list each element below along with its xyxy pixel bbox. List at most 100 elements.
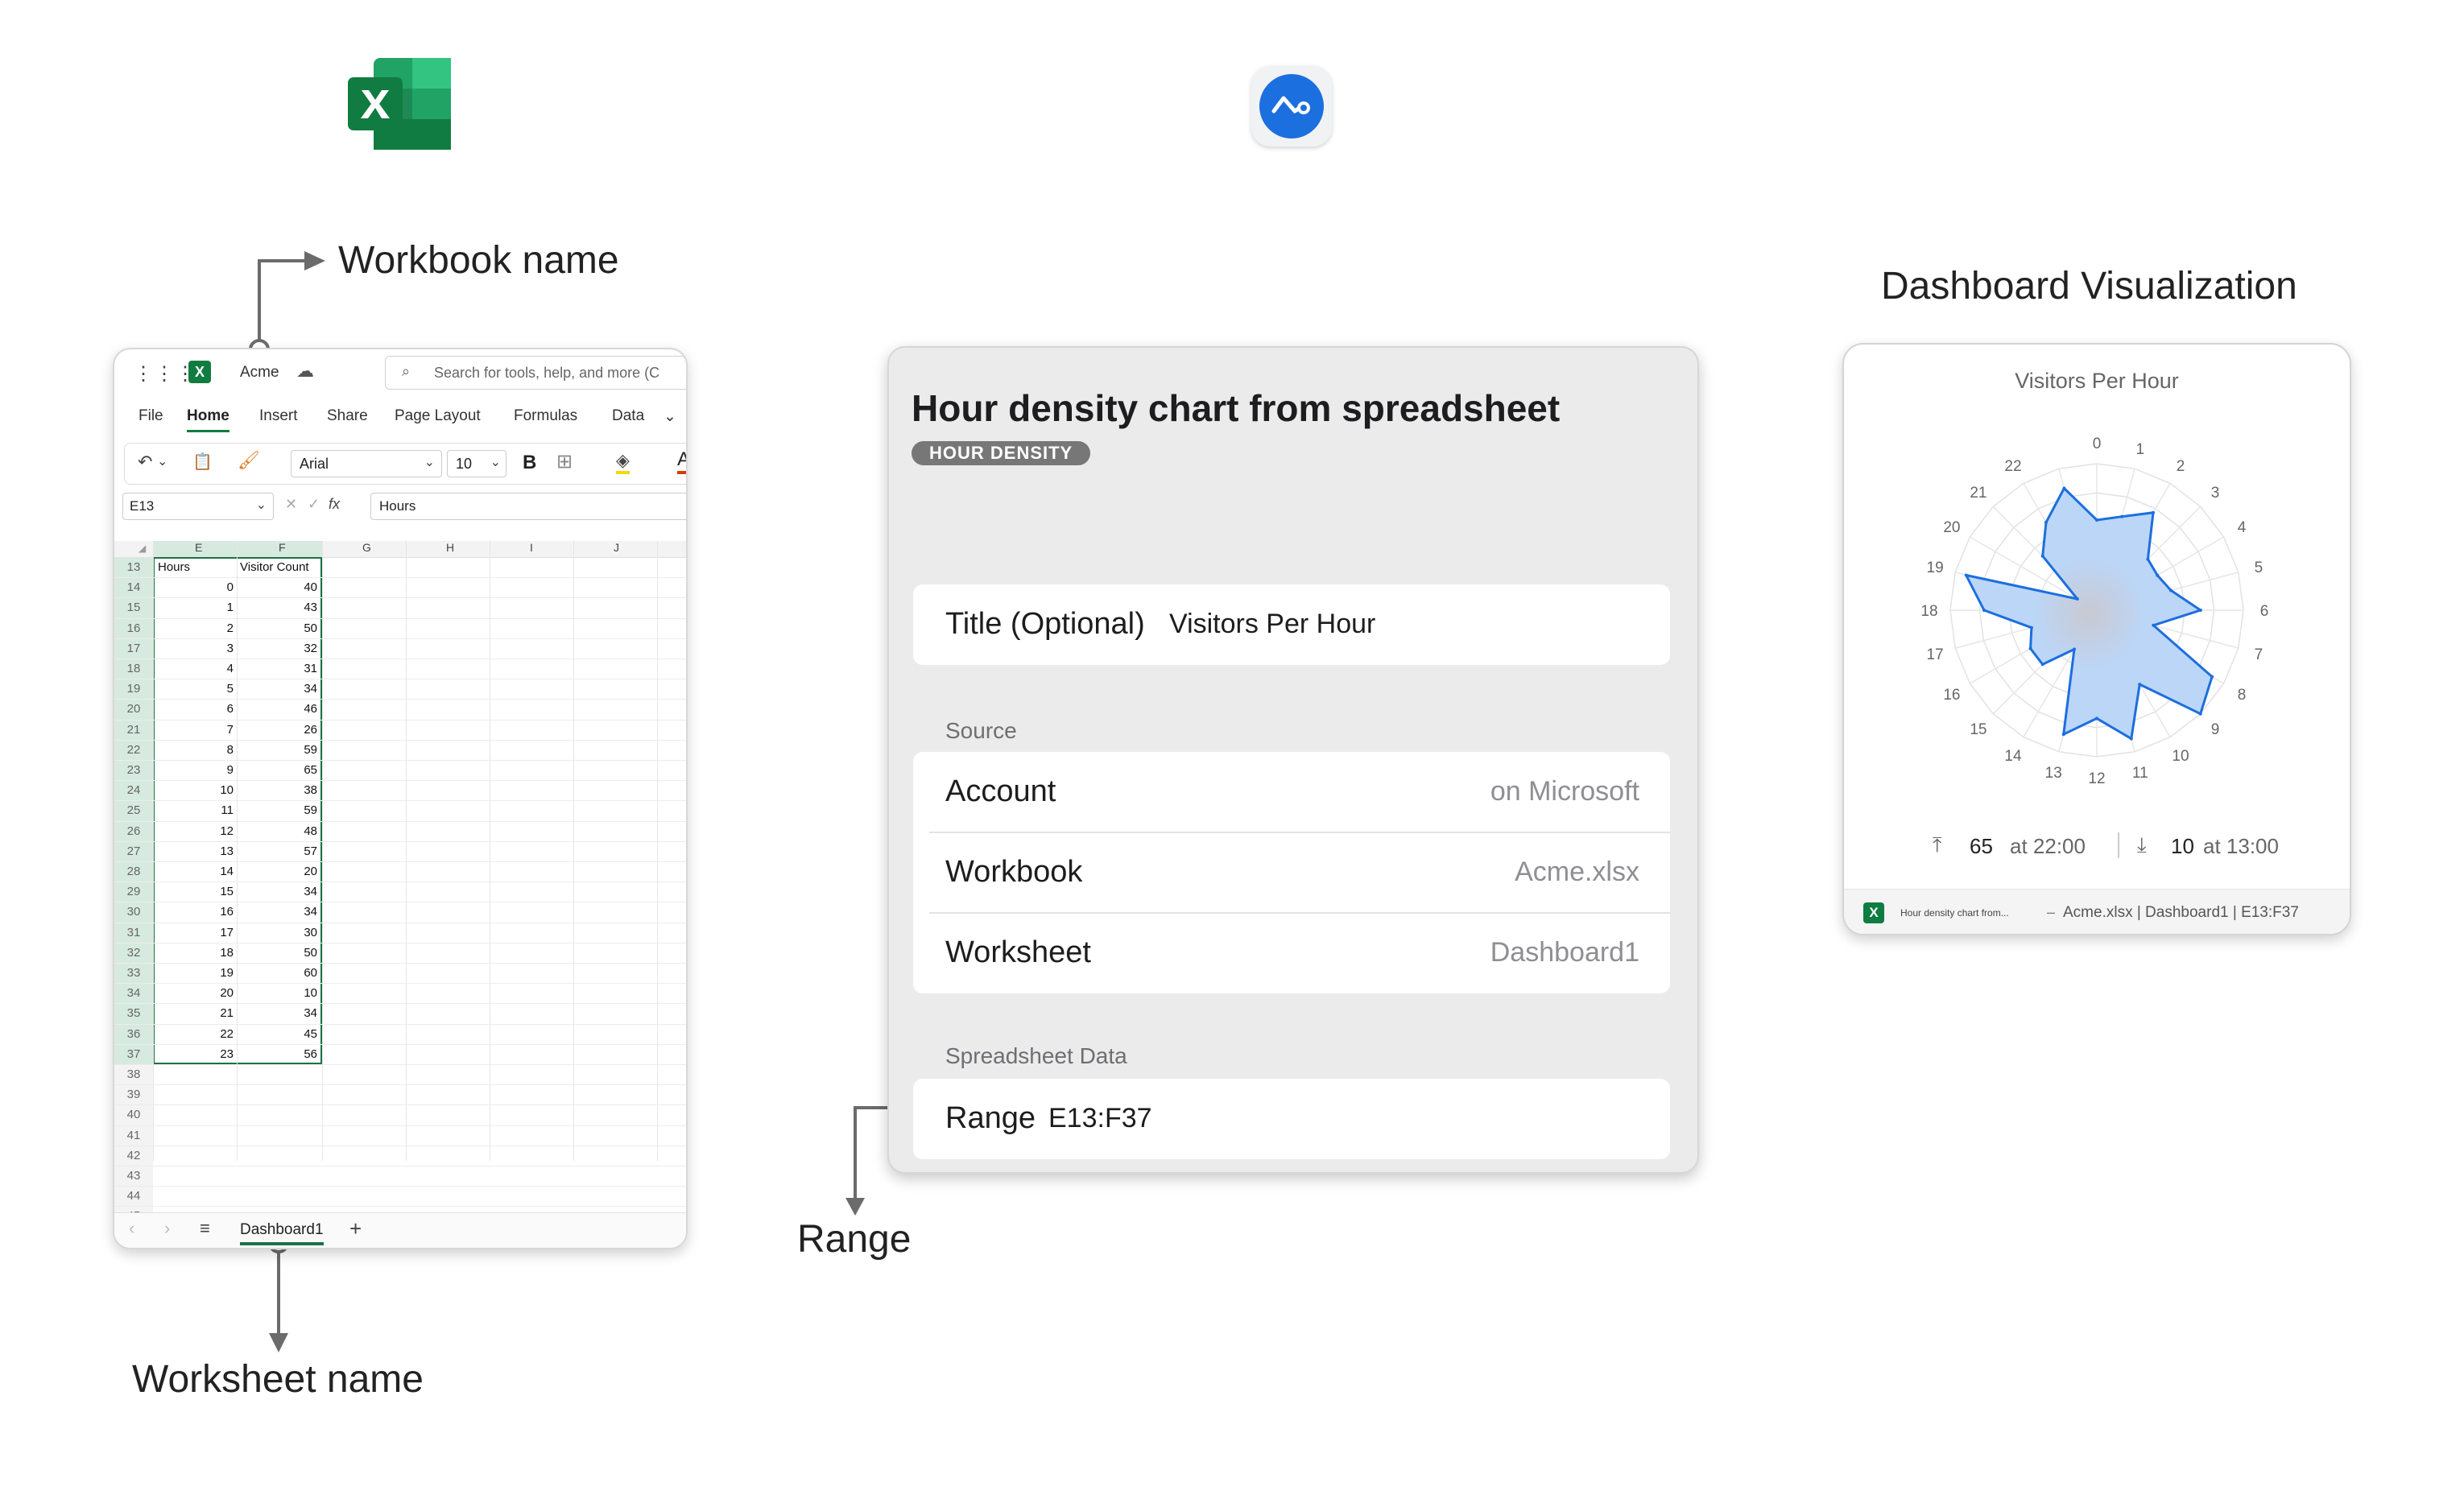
- row-number[interactable]: 44: [114, 1189, 153, 1203]
- tab-page-layout[interactable]: Page Layout: [395, 407, 481, 425]
- confirm-icon[interactable]: ✓: [308, 496, 320, 513]
- row-number[interactable]: 28: [114, 865, 153, 878]
- cell-visitor-count[interactable]: 10: [240, 986, 317, 1000]
- row-number[interactable]: 33: [114, 966, 153, 980]
- worksheet-row[interactable]: Worksheet Dashboard1: [913, 913, 1670, 993]
- row-number[interactable]: 24: [114, 783, 153, 797]
- tab-home[interactable]: Home: [187, 407, 229, 432]
- cell-hours[interactable]: 23: [156, 1047, 234, 1061]
- cancel-icon[interactable]: ✕: [285, 496, 297, 513]
- paste-icon[interactable]: 📋: [192, 452, 213, 472]
- name-box[interactable]: E13 ⌄: [122, 493, 274, 520]
- cell-hours[interactable]: 6: [156, 702, 234, 716]
- cell-visitor-count[interactable]: 32: [240, 642, 317, 655]
- cell-hours[interactable]: 2: [156, 621, 234, 635]
- range-field-card[interactable]: Range E13:F37: [913, 1079, 1670, 1159]
- row-number[interactable]: 20: [114, 702, 153, 716]
- cell-visitor-count[interactable]: 34: [240, 905, 317, 919]
- font-name-select[interactable]: Arial ⌄: [291, 450, 442, 477]
- col-header-g[interactable]: G: [362, 541, 371, 554]
- cell-visitor-count[interactable]: 34: [240, 885, 317, 898]
- cell-visitor-count[interactable]: 40: [240, 580, 317, 594]
- row-number[interactable]: 30: [114, 905, 153, 919]
- formula-input[interactable]: Hours: [370, 493, 686, 520]
- row-number[interactable]: 43: [114, 1169, 153, 1183]
- cell-visitor-count[interactable]: 59: [240, 743, 317, 757]
- col-header-e[interactable]: E: [195, 541, 202, 554]
- row-number[interactable]: 27: [114, 844, 153, 858]
- title-field-input[interactable]: Visitors Per Hour: [1169, 609, 1375, 640]
- cell-visitor-count[interactable]: 50: [240, 621, 317, 635]
- cell-visitor-count[interactable]: 45: [240, 1027, 317, 1041]
- cell-hours[interactable]: 10: [156, 783, 234, 797]
- cell-hours[interactable]: 20: [156, 986, 234, 1000]
- header-cell-hours[interactable]: Hours: [158, 560, 190, 574]
- row-number[interactable]: 39: [114, 1088, 153, 1101]
- add-sheet-button[interactable]: +: [349, 1216, 362, 1241]
- title-field-card[interactable]: Title (Optional) Visitors Per Hour: [913, 584, 1670, 665]
- cell-visitor-count[interactable]: 46: [240, 702, 317, 716]
- app-launcher-icon[interactable]: ⋮⋮⋮: [134, 362, 196, 386]
- row-number[interactable]: 42: [114, 1149, 153, 1162]
- row-number[interactable]: 31: [114, 926, 153, 939]
- row-number[interactable]: 35: [114, 1006, 153, 1020]
- font-size-select[interactable]: 10 ⌄: [447, 450, 506, 477]
- cell-hours[interactable]: 21: [156, 1006, 234, 1020]
- tab-file[interactable]: File: [138, 407, 163, 425]
- cell-visitor-count[interactable]: 38: [240, 783, 317, 797]
- account-row[interactable]: Account on Microsoft: [913, 752, 1670, 832]
- sheet-list-icon[interactable]: ≡: [200, 1218, 210, 1239]
- cell-hours[interactable]: 9: [156, 763, 234, 777]
- cell-visitor-count[interactable]: 34: [240, 682, 317, 696]
- search-box[interactable]: ⌕ Search for tools, help, and more (C: [385, 356, 686, 390]
- worksheet-grid[interactable]: ◢ E F G H I J 13 Hours Visitor Count 14 0 40 1…: [114, 541, 686, 1228]
- row-number[interactable]: 18: [114, 662, 153, 675]
- cell-hours[interactable]: 4: [156, 662, 234, 675]
- row-number[interactable]: 40: [114, 1108, 153, 1121]
- row-number[interactable]: 13: [114, 560, 153, 574]
- row-number[interactable]: 38: [114, 1067, 153, 1081]
- cell-hours[interactable]: 12: [156, 824, 234, 838]
- cell-hours[interactable]: 3: [156, 642, 234, 655]
- cell-visitor-count[interactable]: 56: [240, 1047, 317, 1061]
- sheet-tab-dashboard1[interactable]: Dashboard1: [240, 1221, 324, 1245]
- row-number[interactable]: 23: [114, 763, 153, 777]
- col-header-i[interactable]: I: [530, 541, 533, 554]
- row-number[interactable]: 22: [114, 743, 153, 757]
- row-number[interactable]: 37: [114, 1047, 153, 1061]
- cell-visitor-count[interactable]: 43: [240, 601, 317, 614]
- fill-color-icon[interactable]: ◈: [616, 450, 630, 474]
- cell-hours[interactable]: 22: [156, 1027, 234, 1041]
- tab-data[interactable]: Data: [612, 407, 644, 425]
- cell-visitor-count[interactable]: 34: [240, 1006, 317, 1020]
- cell-hours[interactable]: 14: [156, 865, 234, 878]
- format-painter-icon[interactable]: 🖌: [238, 450, 260, 471]
- cell-visitor-count[interactable]: 48: [240, 824, 317, 838]
- cell-hours[interactable]: 13: [156, 844, 234, 858]
- cell-hours[interactable]: 18: [156, 946, 234, 960]
- undo-dropdown-icon[interactable]: ⌄: [157, 453, 167, 469]
- cell-hours[interactable]: 16: [156, 905, 234, 919]
- row-number[interactable]: 32: [114, 946, 153, 960]
- cell-hours[interactable]: 0: [156, 580, 234, 594]
- bold-button[interactable]: B: [523, 452, 536, 474]
- col-header-j[interactable]: J: [614, 541, 619, 554]
- range-field-input[interactable]: E13:F37: [1048, 1103, 1152, 1134]
- col-header-f[interactable]: F: [279, 541, 286, 554]
- cell-hours[interactable]: 11: [156, 803, 234, 817]
- row-number[interactable]: 21: [114, 723, 153, 737]
- cell-hours[interactable]: 15: [156, 885, 234, 898]
- cell-hours[interactable]: 8: [156, 743, 234, 757]
- row-number[interactable]: 15: [114, 601, 153, 614]
- row-number[interactable]: 16: [114, 621, 153, 635]
- fx-icon[interactable]: fx: [329, 496, 340, 513]
- row-number[interactable]: 17: [114, 642, 153, 655]
- ribbon-more-chevron-icon[interactable]: ⌄: [664, 407, 676, 426]
- row-number[interactable]: 34: [114, 986, 153, 1000]
- undo-icon[interactable]: ↶: [138, 452, 152, 473]
- workbook-name[interactable]: Acme: [240, 364, 279, 382]
- cell-hours[interactable]: 5: [156, 682, 234, 696]
- header-cell-visitor-count[interactable]: Visitor Count: [240, 560, 309, 574]
- cell-visitor-count[interactable]: 65: [240, 763, 317, 777]
- dashboard-widget[interactable]: Visitors Per Hour 0 1 2 3 4 5 6 7 8 9 10 11 12 13 14 15…: [1842, 343, 2351, 935]
